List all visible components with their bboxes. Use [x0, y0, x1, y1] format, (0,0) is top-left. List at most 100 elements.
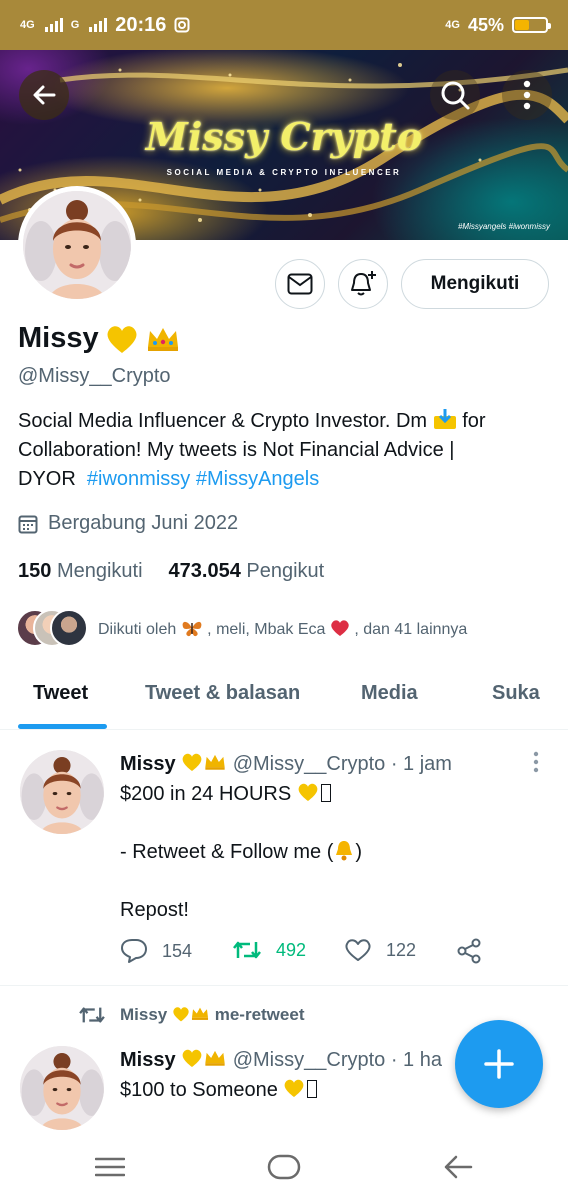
envelope-icon [287, 273, 313, 295]
followed-by-avatars [16, 609, 90, 649]
tweet-line-1: $100 to Someone [120, 1079, 278, 1101]
more-vertical-icon [533, 751, 539, 773]
home-pill-icon [267, 1154, 301, 1180]
followed-by-suffix: , dan 41 lainnya [354, 621, 468, 638]
followers-count: 473.054 [168, 560, 241, 582]
tweet-author-name: Missy [120, 1049, 176, 1071]
bio-line-1-end: for [462, 410, 486, 432]
nav-home-button[interactable] [267, 1154, 301, 1185]
share-action[interactable] [456, 938, 482, 964]
follower-avatar-3 [50, 609, 88, 647]
plus-icon [484, 1049, 514, 1079]
search-icon [441, 81, 470, 110]
hashtag-missyangels[interactable]: #MissyAngels [196, 468, 319, 490]
tweet-handle-time: @Missy__Crypto · 1 jam [232, 753, 452, 775]
more-options-button[interactable] [502, 70, 552, 120]
notifications-button[interactable] [338, 259, 388, 309]
network-indicator-2: G [70, 19, 80, 31]
profile-handle: @Missy__Crypto [18, 365, 171, 387]
tweet-line-2: - Retweet & Follow me ( [120, 841, 334, 863]
yellow-heart-icon [298, 783, 318, 802]
yellow-heart-icon [107, 325, 137, 353]
tweet-body-2[interactable]: $100 to Someone [120, 1076, 318, 1105]
network-indicator-right: 4G [445, 19, 460, 31]
tab-likes[interactable]: Suka [492, 682, 540, 705]
bell-plus-icon [351, 271, 376, 296]
profile-tabs: Tweet Tweet & balasan Media Suka [0, 664, 568, 730]
tweet-divider [0, 985, 568, 986]
retweet-count: 492 [276, 939, 307, 960]
bell-emoji-icon [336, 841, 353, 861]
nav-menu-button[interactable] [94, 1156, 126, 1183]
reply-action[interactable]: 154 [120, 938, 192, 964]
like-action[interactable]: 122 [344, 938, 416, 962]
yellow-heart-icon [182, 1049, 202, 1068]
missing-glyph-icon [307, 1080, 318, 1098]
red-heart-icon [331, 620, 349, 636]
retweet-action[interactable]: 492 [232, 938, 306, 962]
tab-media[interactable]: Media [361, 682, 418, 705]
menu-icon [94, 1157, 126, 1177]
tweet-avatar[interactable] [20, 750, 104, 834]
tab-tweet[interactable]: Tweet [33, 682, 88, 705]
system-nav-bar [0, 1136, 568, 1200]
active-tab-indicator [18, 724, 107, 729]
reply-icon [121, 939, 147, 963]
joined-date: Bergabung Juni 2022 [18, 512, 238, 535]
following-label: Mengikuti [56, 560, 143, 582]
following-button[interactable]: Mengikuti [401, 259, 549, 309]
back-arrow-icon [444, 1155, 473, 1179]
calendar-icon [18, 515, 38, 533]
like-count: 122 [386, 939, 417, 960]
yellow-heart-icon [173, 1007, 189, 1022]
profile-name-text: Missy [18, 322, 99, 354]
retweet-indicator-icon [79, 1007, 105, 1023]
tweet-header[interactable]: Missy @Missy__Crypto · 1 jam [120, 752, 452, 776]
followers-label: Pengikut [246, 560, 325, 582]
hashtag-iwonmissy[interactable]: #iwonmissy [87, 468, 190, 490]
signal-icon-2 [89, 18, 108, 32]
profile-avatar[interactable] [18, 186, 136, 304]
signal-icon [44, 18, 63, 32]
share-icon [457, 938, 481, 964]
more-vertical-icon [523, 80, 531, 110]
butterfly-icon [182, 621, 202, 637]
tweet-line-1: $200 in 24 HOURS [120, 783, 292, 805]
back-button[interactable] [19, 70, 69, 120]
tweet-header-2[interactable]: Missy @Missy__Crypto · 1 ha [120, 1048, 442, 1072]
followed-by-prefix: Diikuti oleh [98, 621, 177, 638]
follow-stats: 150 Mengikuti 473.054 Pengikut [18, 560, 324, 583]
tweet-line-3: Repost! [120, 899, 189, 921]
battery-percent: 45% [467, 14, 504, 35]
nav-back-button[interactable] [443, 1154, 473, 1185]
inbox-download-icon [433, 409, 456, 429]
retweeted-by[interactable]: Missy me-retweet [120, 1005, 304, 1025]
bio-line-1: Social Media Influencer & Crypto Investo… [18, 410, 428, 432]
banner-subtitle: SOCIAL MEDIA & CRYPTO INFLUENCER [166, 168, 402, 177]
followers-stat[interactable]: 473.054 Pengikut [169, 560, 325, 583]
banner-tags: #Missyangels #iwonmissy [457, 222, 550, 231]
message-button[interactable] [275, 259, 325, 309]
retweeted-by-name: Missy [120, 1005, 168, 1024]
heart-outline-icon [345, 939, 371, 961]
compose-tweet-button[interactable] [455, 1020, 543, 1108]
tweet-more-button[interactable] [528, 750, 544, 774]
tweet-avatar-illustration [20, 750, 104, 834]
banner-title: Missy Crypto [145, 114, 423, 159]
tweet-avatar-2[interactable] [20, 1046, 104, 1130]
tweet-handle-time: @Missy__Crypto · 1 ha [232, 1049, 442, 1071]
status-bar: 4G G 20:16 4G 45% [0, 0, 568, 50]
bio-line-2: Collaboration! My tweets is Not Financia… [18, 439, 455, 461]
crown-icon [205, 754, 225, 770]
tweet-body[interactable]: $200 in 24 HOURS - Retweet & Follow me (… [120, 780, 362, 925]
tab-tweet-replies[interactable]: Tweet & balasan [145, 682, 300, 705]
tweet-actions: 154 492 122 [120, 938, 540, 968]
bio-line-3: DYOR [18, 468, 76, 490]
search-button[interactable] [430, 70, 480, 120]
battery-icon [512, 17, 551, 33]
following-stat[interactable]: 150 Mengikuti [18, 560, 143, 583]
followed-by-row[interactable]: Diikuti oleh , meli, Mbak Eca , dan 41 l… [16, 609, 467, 649]
crown-icon [191, 1007, 209, 1020]
yellow-heart-icon [285, 1079, 304, 1098]
network-indicator-1: 4G [20, 19, 35, 31]
